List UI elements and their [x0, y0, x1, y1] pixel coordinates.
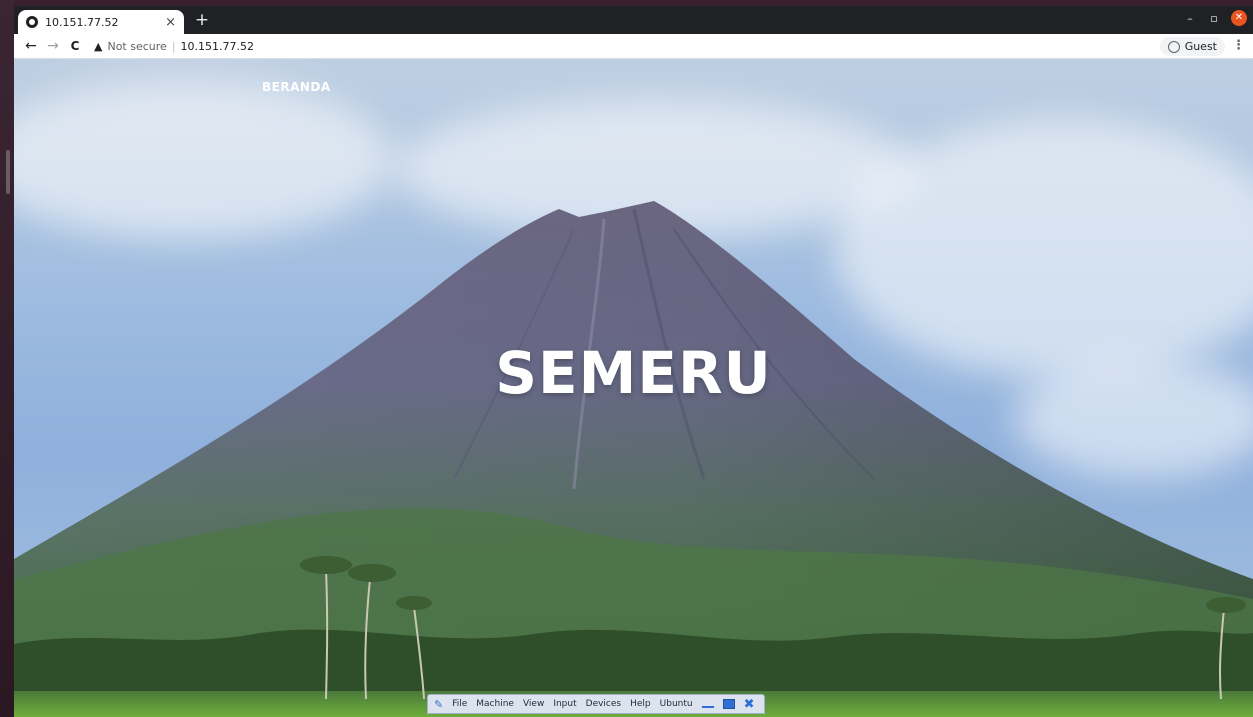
vm-menu-file[interactable]: File — [452, 699, 467, 709]
vm-minimize-icon[interactable] — [701, 706, 714, 708]
pin-icon[interactable]: ✎ — [434, 698, 443, 711]
vm-close-icon[interactable]: ✖ — [744, 697, 755, 712]
vm-menu-input[interactable]: Input — [553, 699, 576, 709]
vm-window-icon[interactable] — [722, 699, 735, 709]
window-close-icon[interactable]: ✕ — [1231, 10, 1247, 26]
maximize-icon[interactable]: ▫ — [1207, 12, 1221, 25]
nav-link-beranda[interactable]: BERANDA — [262, 80, 331, 94]
address-bar[interactable]: ▲ Not secure | 10.151.77.52 — [94, 40, 254, 53]
side-panel-handle[interactable] — [6, 150, 10, 194]
kebab-menu-icon[interactable]: ⋮ — [1232, 38, 1245, 53]
vm-name: Ubuntu — [659, 699, 693, 709]
minimize-icon[interactable]: – — [1183, 12, 1197, 25]
tab-active[interactable]: 10.151.77.52 × — [18, 10, 184, 34]
address-separator: | — [171, 39, 176, 53]
user-avatar-icon — [1167, 40, 1180, 53]
tab-strip: 10.151.77.52 × + – ▫ ✕ — [14, 6, 1253, 34]
url-text[interactable]: 10.151.77.52 — [181, 40, 254, 53]
globe-icon — [26, 16, 38, 28]
browser-window: 10.151.77.52 × + – ▫ ✕ ← → C ▲ Not secur… — [14, 6, 1253, 717]
vm-menu-bar: ✎ File Machine View Input Devices Help U… — [427, 694, 765, 714]
hero-title: SEMERU — [495, 339, 772, 407]
tab-title: 10.151.77.52 — [45, 15, 119, 29]
desktop-side-panel — [0, 0, 14, 717]
back-arrow-icon[interactable]: ← — [20, 34, 42, 59]
hero-section: BERANDA SEMERU — [14, 59, 1253, 717]
new-tab-button[interactable]: + — [192, 10, 212, 30]
vm-menu-devices[interactable]: Devices — [586, 699, 621, 709]
forward-arrow-icon[interactable]: → — [42, 34, 64, 59]
browser-toolbar: ← → C ▲ Not secure | 10.151.77.52 Guest … — [14, 34, 1253, 59]
window-controls: – ▫ ✕ — [1183, 10, 1247, 26]
reload-icon[interactable]: C — [64, 34, 86, 59]
vm-menu-view[interactable]: View — [523, 699, 544, 709]
profile-button[interactable]: Guest — [1159, 37, 1225, 56]
tab-close-icon[interactable]: × — [165, 15, 176, 30]
warning-icon[interactable]: ▲ — [94, 40, 102, 53]
vm-menu-help[interactable]: Help — [630, 699, 651, 709]
security-status[interactable]: Not secure — [107, 40, 166, 53]
profile-label: Guest — [1184, 40, 1217, 53]
vm-menu-machine[interactable]: Machine — [476, 699, 514, 709]
desktop: 10.151.77.52 × + – ▫ ✕ ← → C ▲ Not secur… — [0, 0, 1253, 717]
